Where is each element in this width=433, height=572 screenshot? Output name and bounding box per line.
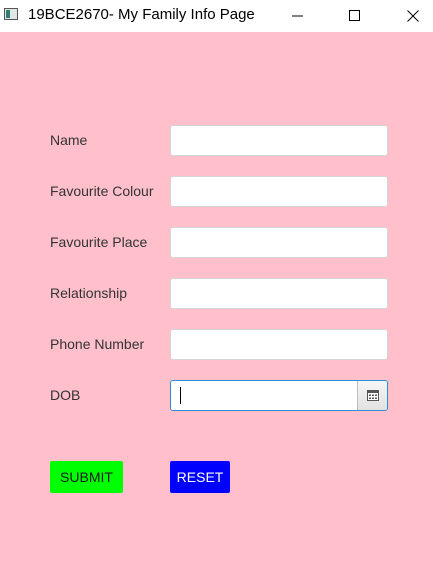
dob-label: DOB: [50, 387, 81, 403]
app-icon: [4, 8, 18, 20]
minimize-icon: [292, 15, 303, 17]
maximize-icon: [349, 10, 360, 21]
favourite-colour-input[interactable]: [170, 176, 388, 207]
dob-input[interactable]: [171, 381, 357, 410]
favourite-place-input[interactable]: [170, 227, 388, 258]
title-bar: 19BCE2670- My Family Info Page: [0, 0, 433, 32]
reset-button[interactable]: RESET: [170, 461, 230, 493]
maximize-button[interactable]: [332, 0, 378, 32]
calendar-icon: [366, 390, 379, 401]
close-icon: [407, 10, 419, 22]
favourite-colour-label: Favourite Colour: [50, 183, 154, 199]
submit-button[interactable]: SUBMIT: [50, 461, 123, 493]
dob-date-picker[interactable]: [170, 380, 388, 411]
favourite-place-label: Favourite Place: [50, 234, 148, 250]
text-caret: [180, 387, 181, 404]
relationship-input[interactable]: [170, 278, 388, 309]
phone-number-label: Phone Number: [50, 336, 145, 352]
calendar-button[interactable]: [357, 381, 387, 410]
relationship-label: Relationship: [50, 285, 128, 301]
minimize-button[interactable]: [275, 0, 321, 32]
window-title: 19BCE2670- My Family Info Page: [28, 6, 255, 23]
phone-number-input[interactable]: [170, 329, 388, 360]
form-panel: Name Favourite Colour Favourite Place Re…: [0, 32, 433, 572]
name-label: Name: [50, 132, 88, 148]
name-input[interactable]: [170, 125, 388, 156]
close-button[interactable]: [390, 0, 433, 32]
